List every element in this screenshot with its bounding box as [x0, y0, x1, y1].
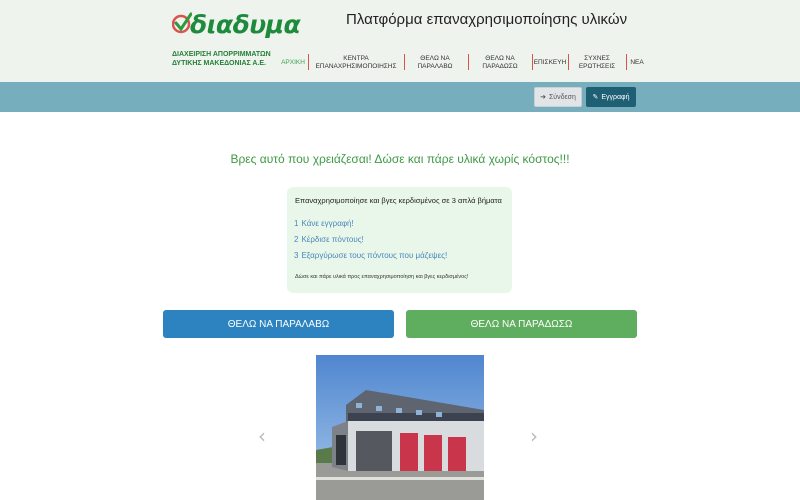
step-number: 3 — [294, 251, 299, 260]
check-mark-icon — [172, 12, 192, 34]
nav-news[interactable]: ΝΕΑ — [629, 52, 645, 74]
logo-subtitle: ΔΙΑΧΕΙΡΙΣΗ ΑΠΟΡΡΙΜΜΑΤΩΝ ΔΥΤΙΚΗΣ ΜΑΚΕΔΟΝΙ… — [172, 50, 271, 68]
step-text: Κάνε εγγραφή! — [301, 219, 354, 228]
receive-button[interactable]: ΘΕΛΩ ΝΑ ΠΑΡΑΛΑΒΩ — [163, 310, 394, 338]
step-item: 2 Κέρδισε πόντους! — [294, 235, 364, 244]
step-item: 3 Εξαργύρωσε τους πόντους που μάζεψες! — [294, 251, 447, 260]
carousel-image — [316, 355, 484, 500]
edit-icon: ✎ — [592, 94, 599, 101]
nav-receive[interactable]: ΘΕΛΩ ΝΑ ΠΑΡΑΛΑΒΩ — [408, 52, 462, 74]
nav-separator — [568, 54, 569, 70]
steps-title: Επαναχρησιμοποίησε και βγες κερδισμένος … — [295, 196, 502, 205]
nav-home[interactable]: ΑΡΧΙΚΗ — [280, 52, 306, 74]
step-text: Κέρδισε πόντους! — [301, 235, 364, 244]
chevron-left-icon[interactable]: ‹ — [258, 424, 266, 448]
step-number: 1 — [294, 219, 299, 228]
nav-reuse-centers[interactable]: ΚΕΝΤΡΑ ΕΠΑΝΑΧΡΗΣΙΜΟΠΟΙΗΣΗΣ — [313, 52, 399, 74]
nav-separator — [404, 54, 405, 70]
nav-repair[interactable]: ΕΠΙΣΚΕΥΗ — [534, 52, 567, 74]
register-button[interactable]: ✎ Εγγραφή — [586, 87, 636, 107]
steps-box: Επαναχρησιμοποίησε και βγες κερδισμένος … — [287, 187, 512, 293]
nav-separator — [626, 54, 627, 70]
nav-faq[interactable]: ΣΥΧΝΕΣ ΕΡΩΤΗΣΕΙΣ — [573, 52, 621, 74]
logo[interactable]: διαδυμα ΔΙΑΧΕΙΡΙΣΗ ΑΠΟΡΡΙΜΜΑΤΩΝ ΔΥΤΙΚΗΣ … — [172, 10, 301, 70]
nav-separator — [468, 54, 469, 70]
register-label: Εγγραφή — [601, 93, 630, 101]
logo-subtitle-line2: ΔΥΤΙΚΗΣ ΜΑΚΕΔΟΝΙΑΣ Α.Ε. — [172, 60, 266, 67]
sign-in-icon: ➜ — [540, 94, 546, 101]
step-item: 1 Κάνε εγγραφή! — [294, 219, 354, 228]
step-number: 2 — [294, 235, 299, 244]
auth-bar — [0, 82, 800, 112]
give-button[interactable]: ΘΕΛΩ ΝΑ ΠΑΡΑΔΩΣΩ — [406, 310, 637, 338]
chevron-right-icon[interactable]: › — [530, 424, 538, 448]
steps-note: Δώσε και πάρε υλικά προς επαναχρησιμοποί… — [295, 274, 469, 280]
site-title: Πλατφόρμα επαναχρησιμοποίησης υλικών — [346, 11, 628, 28]
logo-wordmark: διαδυμα — [190, 10, 301, 39]
login-label: Σύνδεση — [548, 93, 576, 101]
site-header: διαδυμα ΔΙΑΧΕΙΡΙΣΗ ΑΠΟΡΡΙΜΜΑΤΩΝ ΔΥΤΙΚΗΣ … — [0, 0, 800, 82]
building-photo — [316, 355, 484, 500]
step-text: Εξαργύρωσε τους πόντους που μάζεψες! — [301, 251, 448, 260]
login-button[interactable]: ➜ Σύνδεση — [534, 87, 582, 107]
nav-give[interactable]: ΘΕΛΩ ΝΑ ΠΑΡΑΔΩΣΩ — [473, 52, 527, 74]
logo-subtitle-line1: ΔΙΑΧΕΙΡΙΣΗ ΑΠΟΡΡΙΜΜΑΤΩΝ — [172, 51, 271, 58]
tagline: Βρες αυτό που χρειάζεσαι! Δώσε και πάρε … — [230, 152, 570, 166]
nav-separator — [308, 54, 309, 70]
